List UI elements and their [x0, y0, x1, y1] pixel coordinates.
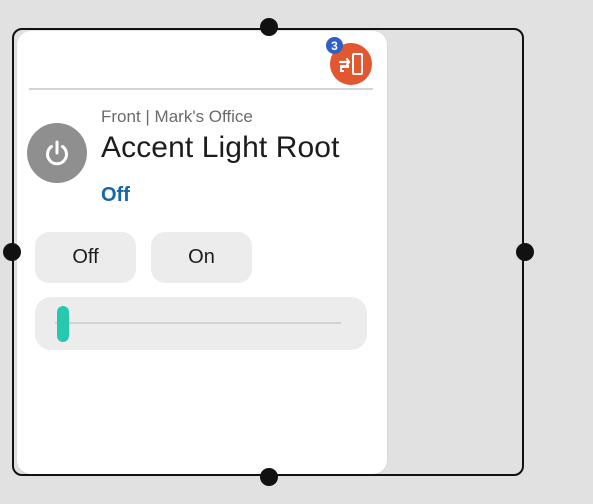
resize-handle-left[interactable]: [3, 243, 21, 261]
canvas: 3 Front | Mark's Office Accent Light Roo…: [0, 0, 593, 504]
resize-handle-bottom[interactable]: [260, 468, 278, 486]
resize-handle-top[interactable]: [260, 18, 278, 36]
selection-frame: [12, 28, 524, 476]
resize-handle-right[interactable]: [516, 243, 534, 261]
